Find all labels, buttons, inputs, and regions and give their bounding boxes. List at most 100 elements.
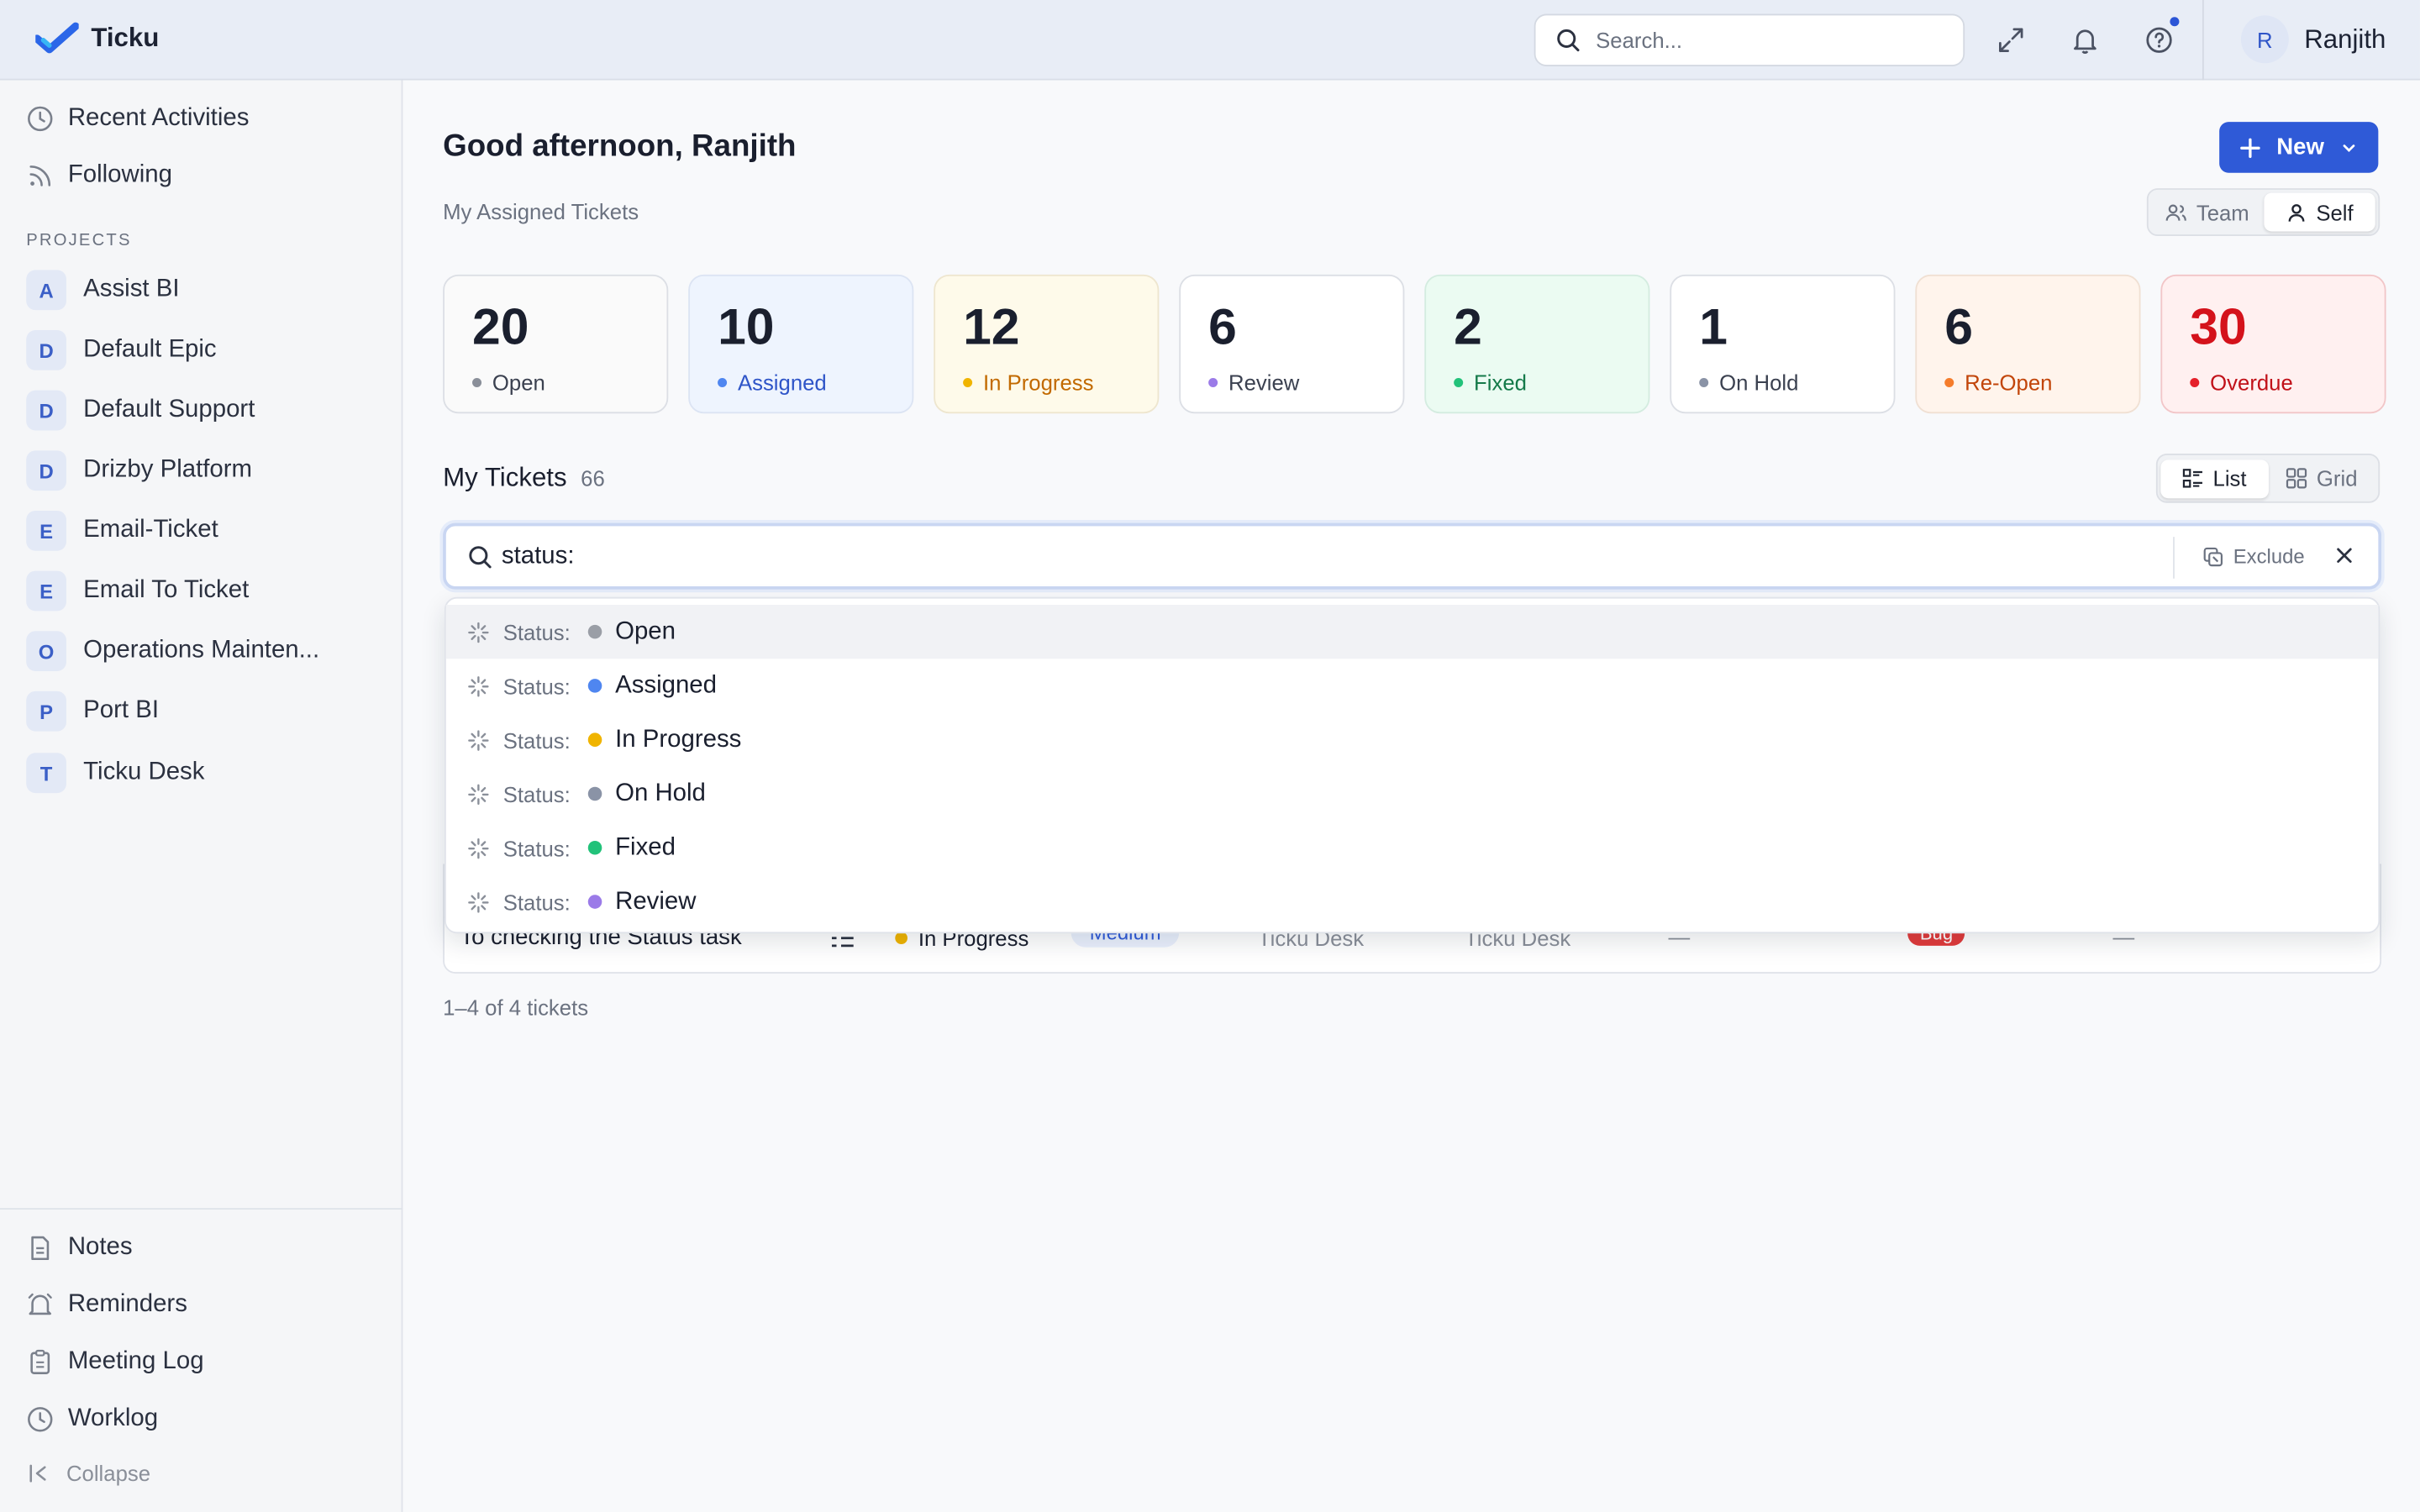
- divider: [2202, 0, 2204, 81]
- status-dot: [1454, 377, 1464, 388]
- rss-icon: [29, 165, 51, 186]
- status-dot: [587, 895, 602, 909]
- project-label: Email-Ticket: [83, 517, 218, 543]
- status-option-review[interactable]: Status: Review: [446, 874, 2379, 928]
- bell-icon[interactable]: [2066, 22, 2103, 59]
- ticket-filter-search[interactable]: Exclude: [443, 522, 2382, 590]
- option-value: On Hold: [615, 780, 706, 806]
- option-key: Status:: [502, 673, 571, 699]
- stat-card-on-hold[interactable]: 1 On Hold: [1670, 274, 1896, 414]
- scope-self-button[interactable]: Self: [2263, 192, 2375, 232]
- project-item-ticku-desk[interactable]: T Ticku Desk: [26, 753, 204, 794]
- option-key: Status:: [502, 889, 571, 915]
- project-badge: E: [26, 510, 66, 551]
- project-item-assist-bi[interactable]: A Assist BI: [26, 270, 179, 311]
- status-option-fixed[interactable]: Status: Fixed: [446, 821, 2379, 874]
- stat-value: 20: [472, 297, 529, 355]
- scope-team-label: Team: [2196, 199, 2249, 225]
- project-label: Email To Ticket: [83, 576, 250, 604]
- project-badge: D: [26, 330, 66, 370]
- view-grid-button[interactable]: Grid: [2268, 459, 2375, 497]
- collapse-label: Collapse: [66, 1461, 151, 1486]
- stat-value: 6: [1944, 297, 1973, 355]
- sidebar-item-recent-activities[interactable]: Recent Activities: [26, 105, 249, 133]
- project-badge: P: [26, 690, 66, 732]
- clipboard-icon: [30, 1349, 50, 1374]
- collapse-button[interactable]: Collapse: [28, 1461, 151, 1486]
- option-key: Status:: [502, 619, 571, 644]
- stat-card-in-progress[interactable]: 12 In Progress: [934, 274, 1160, 414]
- filter-input[interactable]: [501, 542, 2138, 570]
- stat-value: 12: [963, 297, 1020, 355]
- project-item-default-support[interactable]: D Default Support: [26, 390, 255, 431]
- user-icon: [2287, 203, 2304, 221]
- status-option-open[interactable]: Status: Open: [445, 604, 2379, 659]
- sidebar-item-following[interactable]: Following: [26, 162, 172, 190]
- option-key: Status:: [502, 727, 571, 753]
- new-button[interactable]: New: [2219, 122, 2379, 173]
- project-item-drizby-platform[interactable]: D Drizby Platform: [26, 450, 252, 491]
- stat-label: Overdue: [2210, 370, 2293, 396]
- list-icon: [2182, 469, 2202, 488]
- project-item-default-epic[interactable]: D Default Epic: [26, 330, 217, 370]
- stat-value: 1: [1699, 297, 1728, 355]
- sidebar-item-worklog[interactable]: Worklog: [26, 1405, 158, 1433]
- stat-card-re-open[interactable]: 6 Re-Open: [1915, 274, 2141, 414]
- status-dot: [587, 841, 602, 855]
- status-option-assigned[interactable]: Status: Assigned: [446, 659, 2379, 712]
- stat-label: Assigned: [737, 370, 827, 396]
- stat-card-open[interactable]: 20 Open: [443, 274, 669, 414]
- sidebar-item-reminders[interactable]: Reminders: [26, 1291, 187, 1319]
- status-dot: [2190, 377, 2200, 388]
- stat-value: 10: [718, 297, 775, 355]
- project-badge: D: [26, 390, 66, 431]
- stat-card-review[interactable]: 6 Review: [1179, 274, 1405, 414]
- global-search[interactable]: [1534, 13, 1965, 66]
- sidebar-item-meeting-log[interactable]: Meeting Log: [26, 1348, 204, 1376]
- option-key: Status:: [502, 781, 571, 806]
- exclude-button[interactable]: Exclude: [2202, 544, 2305, 568]
- status-dot: [1944, 377, 1954, 388]
- help-icon[interactable]: [2141, 17, 2180, 59]
- project-item-email-to-ticket[interactable]: E Email To Ticket: [26, 570, 250, 612]
- expand-icon[interactable]: [1992, 22, 2029, 59]
- loader-icon: [468, 675, 489, 696]
- ticku-logo-icon: [35, 22, 79, 54]
- view-list-button[interactable]: List: [2160, 459, 2269, 498]
- stat-value: 30: [2190, 297, 2247, 355]
- sidebar-item-label: Meeting Log: [67, 1348, 204, 1375]
- sidebar-item-label: Reminders: [67, 1291, 187, 1318]
- project-badge: E: [26, 570, 66, 612]
- user-menu[interactable]: R Ranjith: [2240, 15, 2386, 64]
- projects-heading: PROJECTS: [26, 231, 132, 250]
- project-item-port-bi[interactable]: P Port BI: [26, 690, 159, 732]
- pagination-summary: 1–4 of 4 tickets: [443, 995, 589, 1021]
- status-dot: [587, 786, 602, 801]
- stat-card-fixed[interactable]: 2 Fixed: [1424, 274, 1650, 414]
- project-item-operations[interactable]: O Operations Mainten...: [26, 631, 319, 671]
- status-option-on-hold[interactable]: Status: On Hold: [446, 767, 2379, 821]
- file-icon: [31, 1236, 50, 1261]
- stat-label: Review: [1228, 370, 1300, 396]
- scope-team-button[interactable]: Team: [2151, 193, 2263, 232]
- stat-value: 2: [1454, 297, 1482, 355]
- close-icon[interactable]: [2333, 544, 2355, 566]
- brand[interactable]: Ticku: [35, 22, 159, 55]
- view-list-label: List: [2212, 465, 2247, 491]
- option-key: Status:: [502, 835, 571, 860]
- stats-cards: 20 Open 10 Assigned 12 In Progress 6 Review …: [443, 274, 2386, 414]
- plus-icon: [2240, 137, 2260, 158]
- sidebar-item-notes[interactable]: Notes: [26, 1234, 133, 1262]
- clock-icon: [28, 1407, 53, 1432]
- project-badge: A: [26, 270, 66, 311]
- status-option-in-progress[interactable]: Status: In Progress: [446, 713, 2379, 767]
- stat-card-assigned[interactable]: 10 Assigned: [688, 274, 914, 414]
- collapse-icon: [29, 1464, 46, 1483]
- project-label: Operations Mainten...: [83, 637, 320, 664]
- option-value: Open: [615, 617, 676, 644]
- status-dot: [587, 624, 602, 639]
- project-item-email-ticket[interactable]: E Email-Ticket: [26, 510, 218, 551]
- stat-card-overdue[interactable]: 30 Overdue: [2160, 274, 2386, 414]
- global-search-input[interactable]: [1596, 28, 1936, 53]
- new-button-label: New: [2276, 134, 2324, 161]
